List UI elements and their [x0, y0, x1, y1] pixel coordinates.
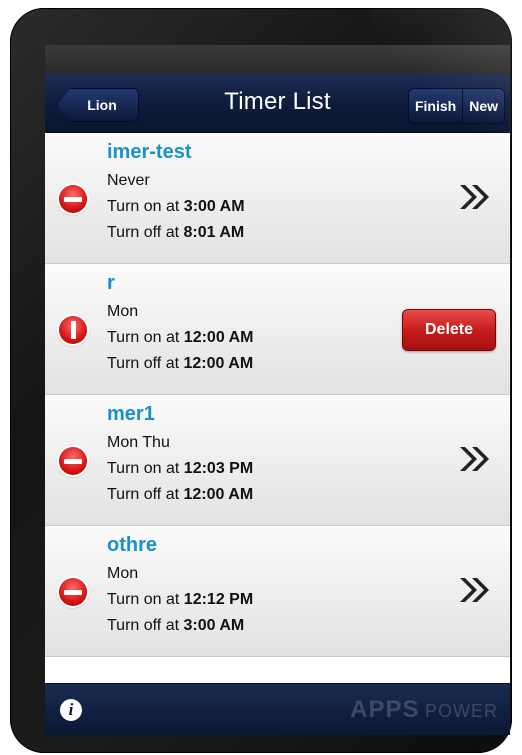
- navigation-bar: Lion Timer List Finish New: [45, 74, 510, 133]
- timer-days: Mon: [107, 303, 139, 320]
- turn-off-time: 12:00 AM: [183, 355, 254, 372]
- timer-row[interactable]: r Mon Turn on at 12:00 AM Turn off at 12…: [45, 264, 510, 395]
- device-frame: Lion Timer List Finish New imer-test Nev…: [10, 8, 512, 753]
- turn-on-label: Turn on at: [107, 329, 180, 346]
- timer-row[interactable]: othre Mon Turn on at 12:12 PM Turn off a…: [45, 526, 510, 657]
- timer-name: mer1: [107, 403, 155, 425]
- timer-turn-off: Turn off at 3:00 AM: [107, 617, 244, 635]
- turn-on-time: 12:03 PM: [183, 460, 254, 477]
- turn-off-time: 3:00 AM: [183, 617, 245, 634]
- delete-button[interactable]: Delete: [402, 309, 496, 351]
- timer-days: Never: [107, 172, 150, 189]
- turn-on-time: 12:00 AM: [183, 329, 254, 346]
- turn-off-label: Turn off at: [107, 224, 180, 241]
- timer-name: othre: [107, 534, 157, 556]
- turn-on-label: Turn on at: [107, 591, 180, 608]
- turn-on-label: Turn on at: [107, 460, 180, 477]
- timer-row[interactable]: imer-test Never Turn on at 3:00 AM Turn …: [45, 133, 510, 264]
- double-chevron-right-icon[interactable]: [458, 444, 492, 474]
- double-chevron-right-icon[interactable]: [458, 182, 492, 212]
- timer-name: imer-test: [107, 141, 192, 163]
- bottom-toolbar: i APPS POWER: [45, 683, 510, 735]
- brand-apps-text: APPS: [350, 696, 420, 723]
- brand-logo: APPS POWER: [350, 696, 498, 724]
- timer-turn-on: Turn on at 12:12 PM: [107, 591, 253, 609]
- back-button[interactable]: Lion: [57, 88, 139, 122]
- turn-on-time: 12:12 PM: [183, 591, 254, 608]
- delete-toggle-minus-icon[interactable]: [59, 185, 87, 213]
- timer-turn-on: Turn on at 12:00 AM: [107, 329, 253, 347]
- delete-toggle-minus-icon[interactable]: [59, 578, 87, 606]
- turn-off-time: 12:00 AM: [183, 486, 254, 503]
- timer-row-partial[interactable]: [45, 657, 510, 683]
- delete-toggle-rotated-icon[interactable]: [59, 316, 87, 344]
- timer-turn-off: Turn off at 12:00 AM: [107, 486, 253, 504]
- new-button[interactable]: New: [462, 89, 504, 123]
- turn-on-label: Turn on at: [107, 198, 180, 215]
- turn-off-label: Turn off at: [107, 355, 180, 372]
- timer-turn-on: Turn on at 3:00 AM: [107, 198, 245, 216]
- timer-row[interactable]: mer1 Mon Thu Turn on at 12:03 PM Turn of…: [45, 395, 510, 526]
- turn-off-time: 8:01 AM: [183, 224, 245, 241]
- turn-off-label: Turn off at: [107, 617, 180, 634]
- timer-turn-on: Turn on at 12:03 PM: [107, 460, 253, 478]
- brand-power-text: POWER: [424, 701, 498, 721]
- finish-button[interactable]: Finish: [408, 89, 463, 123]
- timer-days: Mon Thu: [107, 434, 170, 451]
- timer-days: Mon: [107, 565, 139, 582]
- status-bar: [45, 45, 510, 74]
- timer-turn-off: Turn off at 8:01 AM: [107, 224, 244, 242]
- double-chevron-right-icon[interactable]: [458, 575, 492, 605]
- info-icon[interactable]: i: [60, 699, 82, 721]
- timer-name: r: [107, 272, 115, 294]
- timer-list: imer-test Never Turn on at 3:00 AM Turn …: [45, 133, 510, 683]
- nav-right-buttons: Finish New: [407, 88, 505, 124]
- delete-toggle-minus-icon[interactable]: [59, 447, 87, 475]
- screen: Lion Timer List Finish New imer-test Nev…: [45, 45, 510, 735]
- timer-turn-off: Turn off at 12:00 AM: [107, 355, 253, 373]
- turn-off-label: Turn off at: [107, 486, 180, 503]
- turn-on-time: 3:00 AM: [183, 198, 245, 215]
